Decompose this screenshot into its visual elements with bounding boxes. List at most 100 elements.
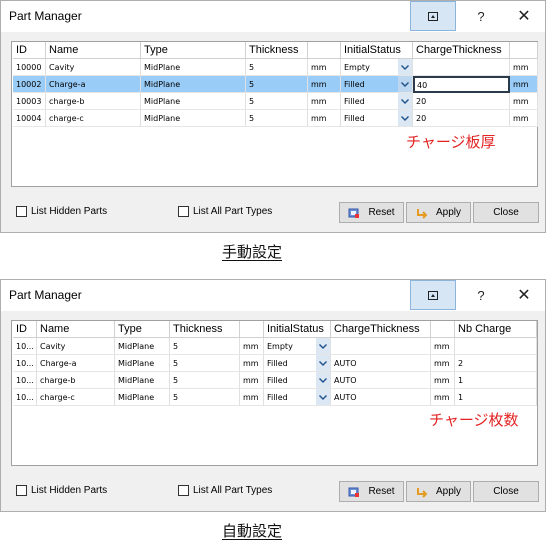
table-cell[interactable]: 10003 [13, 93, 46, 110]
column-header[interactable]: ChargeThickness [413, 42, 510, 59]
parts-table[interactable]: ID Name Type Thickness InitialStatus ChargeTh… [11, 320, 538, 466]
chevron-down-icon[interactable] [398, 110, 412, 126]
table-cell[interactable]: MidPlane [115, 389, 170, 406]
table-cell[interactable]: mm [510, 93, 538, 110]
table-cell[interactable]: Filled [341, 76, 413, 93]
reset-button[interactable]: Reset [339, 481, 404, 502]
table-cell[interactable]: charge-b [37, 372, 115, 389]
column-header[interactable] [431, 321, 455, 338]
table-cell[interactable]: MidPlane [115, 338, 170, 355]
table-cell[interactable]: 10... [13, 355, 37, 372]
table-cell[interactable]: MidPlane [141, 59, 246, 76]
table-cell[interactable]: 20 [413, 93, 510, 110]
list-all-part-types-checkbox[interactable]: List All Part Types [178, 206, 272, 217]
table-cell[interactable]: mm [308, 59, 341, 76]
close-window-button[interactable]: ✕ [501, 280, 546, 310]
table-cell[interactable]: charge-b [46, 93, 141, 110]
column-header[interactable]: Thickness [170, 321, 240, 338]
table-cell[interactable]: 1 [455, 389, 537, 406]
close-button[interactable]: Close [473, 202, 539, 223]
column-header[interactable]: InitialStatus [341, 42, 413, 59]
help-button[interactable]: ? [458, 280, 504, 310]
table-cell[interactable]: 10000 [13, 59, 46, 76]
restore-button[interactable] [410, 280, 456, 310]
table-cell[interactable]: mm [510, 76, 538, 93]
table-cell[interactable]: MidPlane [115, 355, 170, 372]
checkbox-box[interactable] [178, 485, 189, 496]
column-header[interactable]: InitialStatus [264, 321, 331, 338]
table-cell[interactable] [331, 338, 431, 355]
table-cell[interactable]: Filled [264, 372, 331, 389]
table-cell[interactable]: Charge-a [46, 76, 141, 93]
table-cell[interactable]: 10... [13, 372, 37, 389]
chevron-down-icon[interactable] [316, 372, 330, 388]
list-hidden-parts-checkbox[interactable]: List Hidden Parts [16, 485, 107, 496]
close-window-button[interactable]: ✕ [501, 1, 546, 31]
table-cell[interactable]: mm [308, 76, 341, 93]
chevron-down-icon[interactable] [398, 93, 412, 109]
list-all-part-types-checkbox[interactable]: List All Part Types [178, 485, 272, 496]
table-cell[interactable]: 5 [246, 110, 308, 127]
table-cell[interactable]: mm [510, 59, 538, 76]
column-header[interactable]: Type [141, 42, 246, 59]
table-cell[interactable]: 5 [170, 355, 240, 372]
checkbox-box[interactable] [178, 206, 189, 217]
table-cell[interactable]: Charge-a [37, 355, 115, 372]
column-header[interactable]: Name [46, 42, 141, 59]
chevron-down-icon[interactable] [398, 59, 412, 75]
table-cell[interactable]: 5 [170, 338, 240, 355]
table-cell[interactable]: mm [308, 110, 341, 127]
column-header[interactable]: ChargeThickness [331, 321, 431, 338]
table-cell[interactable]: charge-c [37, 389, 115, 406]
table-cell[interactable]: MidPlane [141, 76, 246, 93]
table-cell[interactable]: 10... [13, 338, 37, 355]
table-cell[interactable]: mm [431, 338, 455, 355]
apply-button[interactable]: Apply [406, 481, 471, 502]
table-cell[interactable]: 5 [246, 76, 308, 93]
table-cell[interactable]: AUTO [331, 389, 431, 406]
chevron-down-icon[interactable] [316, 338, 330, 354]
table-cell[interactable] [455, 338, 537, 355]
restore-button[interactable] [410, 1, 456, 31]
table-cell[interactable]: mm [240, 372, 264, 389]
table-cell[interactable]: 20 [413, 110, 510, 127]
table-cell[interactable]: Filled [264, 355, 331, 372]
table-cell[interactable]: AUTO [331, 355, 431, 372]
table-cell[interactable]: AUTO [331, 372, 431, 389]
checkbox-box[interactable] [16, 206, 27, 217]
chevron-down-icon[interactable] [398, 76, 412, 92]
column-header[interactable]: Name [37, 321, 115, 338]
table-cell[interactable]: 10... [13, 389, 37, 406]
checkbox-box[interactable] [16, 485, 27, 496]
table-cell[interactable]: Cavity [37, 338, 115, 355]
table-cell[interactable]: Filled [341, 110, 413, 127]
parts-table[interactable]: ID Name Type Thickness InitialStatus ChargeTh… [11, 41, 538, 187]
table-cell[interactable]: Empty [264, 338, 331, 355]
table-cell[interactable]: 40 [413, 76, 510, 93]
table-cell[interactable]: 10002 [13, 76, 46, 93]
column-header[interactable]: Type [115, 321, 170, 338]
chevron-down-icon[interactable] [316, 389, 330, 405]
table-cell[interactable]: 5 [170, 389, 240, 406]
chevron-down-icon[interactable] [316, 355, 330, 371]
column-header[interactable] [510, 42, 538, 59]
table-cell[interactable]: 2 [455, 355, 537, 372]
table-cell[interactable]: MidPlane [141, 110, 246, 127]
table-cell[interactable]: 10004 [13, 110, 46, 127]
list-hidden-parts-checkbox[interactable]: List Hidden Parts [16, 206, 107, 217]
table-cell[interactable] [413, 59, 510, 76]
table-cell[interactable]: 5 [246, 59, 308, 76]
table-cell[interactable]: mm [308, 93, 341, 110]
table-cell[interactable]: charge-c [46, 110, 141, 127]
table-cell[interactable]: Empty [341, 59, 413, 76]
table-cell[interactable]: Cavity [46, 59, 141, 76]
table-cell[interactable]: mm [240, 338, 264, 355]
close-button[interactable]: Close [473, 481, 539, 502]
table-cell[interactable]: MidPlane [115, 372, 170, 389]
column-header[interactable]: ID [13, 42, 46, 59]
column-header[interactable]: Thickness [246, 42, 308, 59]
column-header[interactable] [240, 321, 264, 338]
column-header[interactable]: Nb Charge [455, 321, 537, 338]
table-cell[interactable]: 5 [170, 372, 240, 389]
table-cell[interactable]: mm [240, 389, 264, 406]
